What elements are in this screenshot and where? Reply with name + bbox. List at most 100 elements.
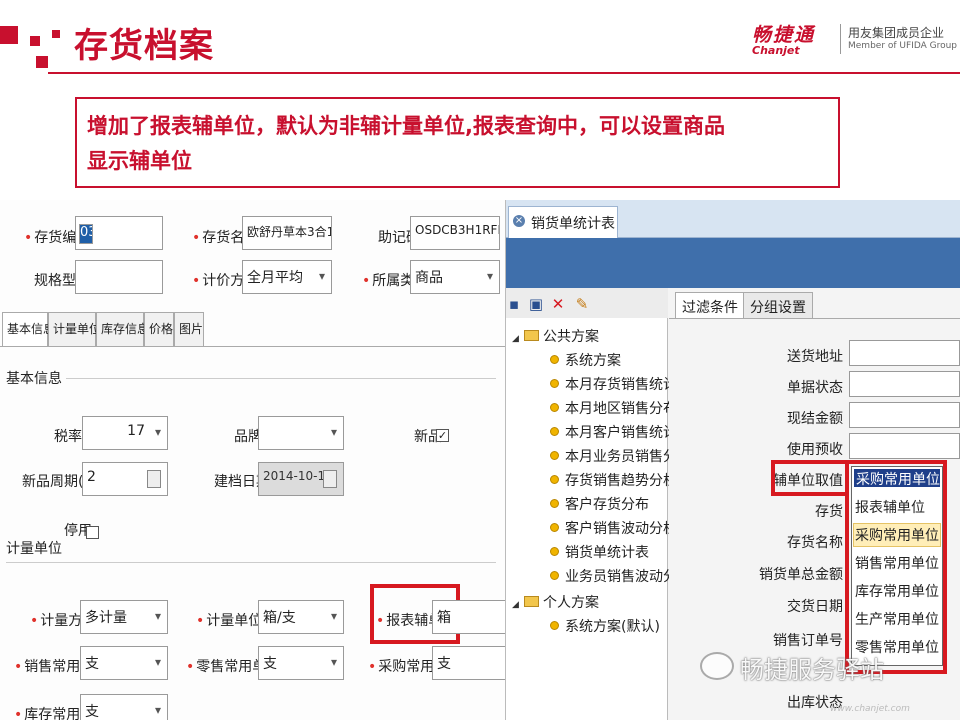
new-product-checkbox[interactable]: ✓: [436, 429, 449, 442]
filter-label-cash: 现结金额: [787, 411, 843, 427]
filter-label-total: 销货单总金额: [759, 567, 843, 583]
purchase-unit-select[interactable]: 支: [432, 646, 505, 680]
unit-group-select[interactable]: 箱/支: [258, 600, 344, 634]
filter-input-status[interactable]: [849, 371, 960, 397]
created-date-input: 2014-10-11: [258, 462, 344, 496]
inventory-form-panel: •存货编码 03 •存货名称 欧舒丹草本3合1润肤 助记码 OSDCB3H1RF…: [0, 200, 506, 720]
cycle-value: 2: [87, 469, 96, 485]
tree-folder-personal[interactable]: ◢ 个人方案: [512, 592, 599, 612]
tax-value: 17: [127, 423, 145, 439]
dropdown-option[interactable]: 报表辅单位: [855, 497, 925, 517]
logo-sub: Chanjet: [752, 44, 800, 57]
note-box: 增加了报表辅单位，默认为非辅计量单位,报表查询中，可以设置商品 显示辅单位: [75, 97, 840, 188]
scheme-icon: [550, 451, 559, 460]
filter-label-inventory: 存货: [815, 504, 843, 520]
name-input[interactable]: 欧舒丹草本3合1润肤: [242, 216, 332, 250]
tree-item[interactable]: 存货销售趋势分析: [550, 470, 677, 490]
section-units-rule: [6, 562, 496, 563]
mnemonic-input[interactable]: OSDCB3H1RFL: [410, 216, 500, 250]
tab-units[interactable]: 计量单位: [48, 312, 101, 346]
tree-folder-public[interactable]: ◢ 公共方案: [512, 326, 599, 346]
brand-select[interactable]: [258, 416, 344, 450]
scheme-tree: ◢ 公共方案 系统方案 本月存货销售统计 本月地区销售分布 本月客户销售统计 本月…: [506, 318, 677, 720]
tree-item[interactable]: 系统方案: [550, 350, 621, 370]
disabled-checkbox[interactable]: [86, 526, 99, 539]
tab-image[interactable]: 图片: [174, 312, 204, 346]
tree-item[interactable]: 本月业务员销售分: [550, 446, 677, 466]
folder-icon: [524, 330, 539, 341]
stock-unit-select[interactable]: 支: [80, 694, 168, 720]
decor-square-2: [30, 36, 40, 46]
scheme-icon: [550, 621, 559, 630]
section-basic-info: 基本信息: [6, 371, 62, 387]
decor-square-1: [0, 26, 18, 44]
spec-input[interactable]: [75, 260, 163, 294]
close-icon[interactable]: ×: [513, 215, 525, 227]
section-basic-rule: [66, 378, 496, 379]
tab-basic-info[interactable]: 基本信息: [2, 312, 55, 346]
note-line-1: 增加了报表辅单位，默认为非辅计量单位,报表查询中，可以设置商品: [87, 114, 725, 138]
code-input[interactable]: 03: [75, 216, 163, 250]
calculator-icon[interactable]: [147, 470, 161, 488]
tax-select[interactable]: 17: [82, 416, 168, 450]
watermark-url: www.chanjet.com: [830, 704, 910, 714]
cycle-input[interactable]: 2: [82, 462, 168, 496]
filter-label-inventory-name: 存货名称: [787, 535, 843, 551]
delete-icon[interactable]: ✕: [550, 296, 566, 312]
sales-report-panel: × 销货单统计表 ▪ ▣ ✕ ✎ ◢ 公共方案 系统方案 本月存货销售统计 本月地…: [506, 200, 960, 720]
scheme-icon: [550, 403, 559, 412]
edit-icon[interactable]: ✎: [574, 296, 590, 312]
sales-unit-select[interactable]: 支: [80, 646, 168, 680]
logo-separator: [840, 24, 841, 54]
scheme-icon: [550, 427, 559, 436]
tree-item[interactable]: 系统方案(默认): [550, 616, 660, 636]
measure-select[interactable]: 多计量: [80, 600, 168, 634]
tab-price[interactable]: 价格: [144, 312, 174, 346]
tree-item[interactable]: 销货单统计表: [550, 542, 649, 562]
aux-unit-dropdown[interactable]: 采购常用单位 报表辅单位 采购常用单位 销售常用单位 库存常用单位 生产常用单位…: [851, 466, 943, 666]
dropdown-option[interactable]: 销售常用单位: [855, 553, 939, 573]
save-as-icon[interactable]: ▣: [528, 296, 544, 312]
filter-label-status: 单据状态: [787, 380, 843, 396]
tree-item[interactable]: 本月存货销售统计: [550, 374, 677, 394]
section-units: 计量单位: [6, 541, 62, 557]
dropdown-option[interactable]: 采购常用单位: [855, 525, 939, 545]
dropdown-option[interactable]: 生产常用单位: [855, 609, 939, 629]
scheme-icon: [550, 475, 559, 484]
tab-filter-conditions[interactable]: 过滤条件: [675, 292, 745, 318]
filter-input-address[interactable]: [849, 340, 960, 366]
tab-stock-info[interactable]: 库存信息: [96, 312, 149, 346]
filter-input-cash[interactable]: [849, 402, 960, 428]
brand-logo: 畅捷通 Chanjet 用友集团成员企业 Member of UFIDA Gro…: [752, 20, 957, 64]
filter-label-prepaid: 使用预收: [787, 442, 843, 458]
aux-unit-selected[interactable]: 采购常用单位: [854, 469, 940, 488]
wechat-icon: [700, 652, 734, 680]
tree-item[interactable]: 业务员销售波动分: [550, 566, 677, 586]
report-tab[interactable]: × 销货单统计表: [508, 206, 618, 238]
retail-unit-select[interactable]: 支: [258, 646, 344, 680]
decor-square-3: [36, 56, 48, 68]
collapse-icon[interactable]: ◢: [512, 334, 522, 344]
save-icon[interactable]: ▪: [506, 296, 522, 312]
dropdown-option[interactable]: 库存常用单位: [855, 581, 939, 601]
tree-toolbar: ▪ ▣ ✕ ✎: [506, 288, 668, 318]
logo-main: 畅捷通: [752, 24, 816, 46]
report-unit-select[interactable]: 箱: [432, 600, 505, 634]
report-tab-title: 销货单统计表: [531, 216, 615, 232]
scheme-icon: [550, 355, 559, 364]
tab-underline: [0, 346, 505, 347]
category-select[interactable]: 商品: [410, 260, 500, 294]
tree-item[interactable]: 本月地区销售分布: [550, 398, 677, 418]
filter-input-prepaid[interactable]: [849, 433, 960, 459]
slide-title: 存货档案: [74, 26, 214, 66]
tree-item[interactable]: 本月客户销售统计: [550, 422, 677, 442]
pricing-select[interactable]: 全月平均: [242, 260, 332, 294]
report-tab-bar: × 销货单统计表: [506, 200, 960, 238]
tree-item[interactable]: 客户存货分布: [550, 494, 649, 514]
scheme-icon: [550, 379, 559, 388]
tree-item[interactable]: 客户销售波动分析: [550, 518, 677, 538]
report-header-strip: [506, 238, 960, 288]
tab-grouping[interactable]: 分组设置: [743, 292, 813, 318]
filter-tab-underline: [669, 318, 960, 319]
collapse-icon[interactable]: ◢: [512, 600, 522, 610]
